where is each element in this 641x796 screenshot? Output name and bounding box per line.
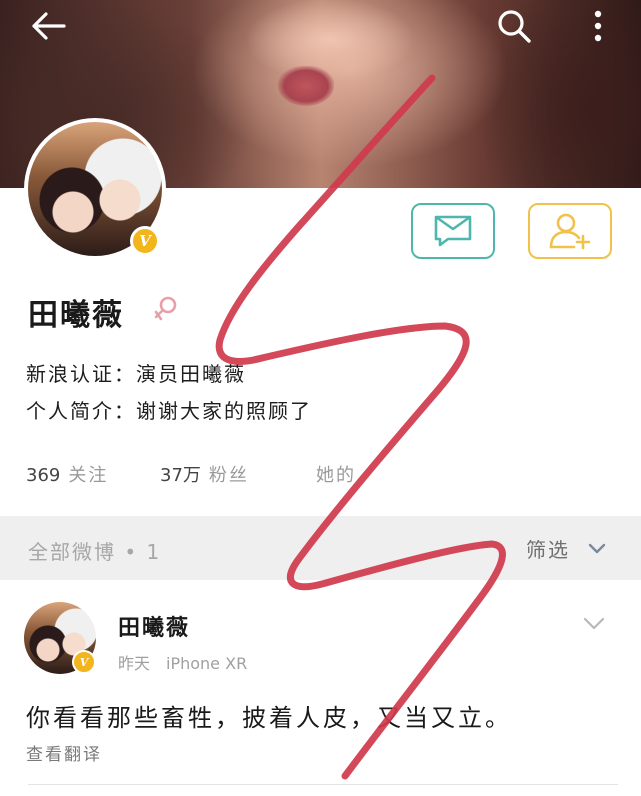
posts-filter-bar: 全部微博 • 1 筛选	[0, 516, 641, 580]
followers-stat[interactable]: 37万 粉丝	[160, 461, 249, 487]
arrow-left-icon	[32, 12, 66, 40]
message-icon	[434, 215, 472, 247]
post-author-name[interactable]: 田曦薇	[118, 610, 190, 642]
post-time: 昨天	[118, 654, 151, 673]
back-button[interactable]	[26, 6, 70, 46]
following-count: 369	[26, 465, 61, 486]
bio-label: 个人简介：	[26, 399, 136, 423]
following-stat[interactable]: 369 关注	[26, 461, 108, 487]
more-vertical-icon	[594, 10, 602, 42]
third-stat-label: 她的	[316, 465, 356, 486]
message-button[interactable]	[411, 203, 495, 259]
cover-photo-detail	[278, 66, 334, 106]
more-options-button[interactable]	[576, 6, 620, 46]
all-posts-count: 1	[146, 540, 162, 564]
profile-name: 田曦薇	[28, 298, 124, 333]
post-text: 你看看那些畜牲，披着人皮，又当又立。	[26, 704, 512, 732]
verified-v-icon: V	[130, 226, 160, 256]
translate-link[interactable]: 查看翻译	[26, 740, 102, 765]
post-device: iPhone XR	[166, 654, 248, 673]
third-stat[interactable]: 她的	[316, 461, 356, 487]
followers-label: 粉丝	[208, 465, 249, 486]
certification-line: 新浪认证：演员田曦薇	[26, 358, 246, 387]
female-icon	[154, 296, 177, 321]
search-icon	[498, 10, 531, 43]
post-menu-chevron-icon[interactable]	[580, 614, 608, 634]
all-posts-label: 全部微博	[28, 540, 116, 564]
search-button[interactable]	[492, 6, 536, 46]
following-label: 关注	[68, 465, 109, 486]
bio-line: 个人简介：谢谢大家的照顾了	[26, 395, 312, 424]
certification-value: 演员田曦薇	[136, 362, 246, 386]
filter-button[interactable]: 筛选	[526, 534, 614, 563]
chevron-down-icon	[588, 543, 606, 553]
all-posts-tab[interactable]: 全部微博 • 1	[28, 536, 161, 565]
certification-label: 新浪认证：	[26, 362, 136, 386]
followers-count: 37万	[160, 465, 201, 486]
post-divider	[28, 784, 618, 785]
verified-v-icon: V	[72, 650, 96, 674]
add-user-icon	[549, 213, 591, 250]
follow-button[interactable]	[528, 203, 612, 259]
filter-label: 筛选	[526, 538, 570, 562]
post-meta: 昨天 iPhone XR	[118, 650, 247, 674]
bio-value: 谢谢大家的照顾了	[136, 399, 312, 423]
post-card[interactable]: V 田曦薇 昨天 iPhone XR 你看看那些畜牲，披着人皮，又当又立。 查看翻…	[0, 580, 641, 796]
separator-dot: •	[124, 540, 139, 564]
